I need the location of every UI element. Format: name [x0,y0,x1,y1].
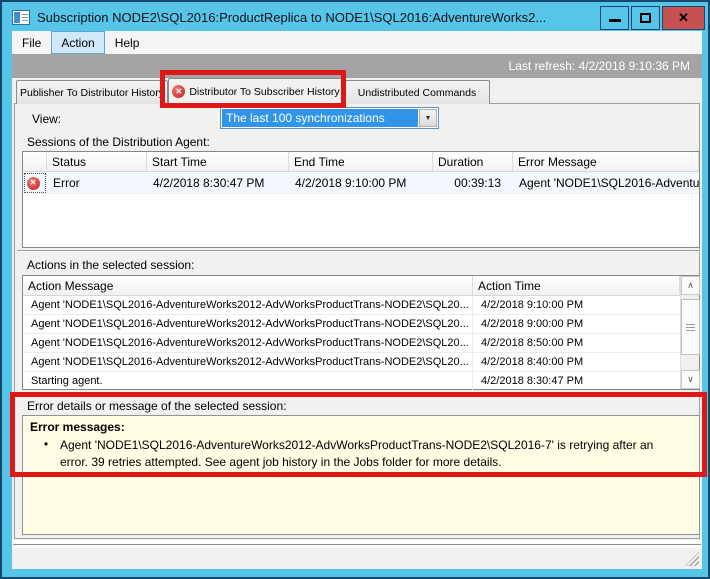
error-icon [172,85,185,98]
column-header-end-time[interactable]: End Time [289,152,433,172]
maximize-button[interactable] [631,6,660,30]
menu-file[interactable]: File [12,31,51,54]
status-icon-cell [23,172,47,194]
error-message-text: Agent 'NODE1\SQL2016-AdventureWorks2012-… [60,437,665,471]
window-title: Subscription NODE2\SQL2016:ProductReplic… [37,10,598,25]
chevron-up-icon[interactable] [681,276,700,295]
action-message-cell: Agent 'NODE1\SQL2016-AdventureWorks2012-… [23,296,473,314]
start-time-cell: 4/2/2018 8:30:47 PM [147,172,289,194]
section-divider [17,250,700,252]
view-dropdown[interactable]: The last 100 synchronizations [220,107,439,129]
chevron-down-icon[interactable] [681,370,700,389]
last-refresh-text: Last refresh: 4/2/2018 9:10:36 PM [509,59,690,73]
minimize-icon [609,19,621,22]
error-message-item: Agent 'NODE1\SQL2016-AdventureWorks2012-… [32,437,699,471]
action-row[interactable]: Starting agent. 4/2/2018 8:30:47 PM [23,372,699,391]
session-row[interactable]: Error 4/2/2018 8:30:47 PM 4/2/2018 9:10:… [23,172,699,194]
action-row[interactable]: Agent 'NODE1\SQL2016-AdventureWorks2012-… [23,353,699,372]
resize-grip-icon[interactable] [685,552,699,566]
window-controls [598,6,705,30]
error-details-panel: Error messages: Agent 'NODE1\SQL2016-Adv… [22,415,700,535]
column-header-duration[interactable]: Duration [433,152,513,172]
window-frame: Subscription NODE2\SQL2016:ProductReplic… [0,0,710,579]
action-row[interactable]: Agent 'NODE1\SQL2016-AdventureWorks2012-… [23,296,699,315]
sessions-label: Sessions of the Distribution Agent: [27,135,210,149]
column-header-start-time[interactable]: Start Time [147,152,289,172]
tab-publisher-to-distributor-history[interactable]: Publisher To Distributor History [16,80,168,104]
status-cell: Error [47,172,147,194]
bullet-icon [32,437,60,471]
last-refresh-bar: Last refresh: 4/2/2018 9:10:36 PM [12,54,702,78]
maximize-icon [640,13,651,23]
scrollbar-grip-icon [686,324,695,331]
action-message-cell: Agent 'NODE1\SQL2016-AdventureWorks2012-… [23,315,473,333]
close-button[interactable] [662,6,705,30]
duration-cell: 00:39:13 [433,172,513,194]
action-message-cell: Agent 'NODE1\SQL2016-AdventureWorks2012-… [23,353,473,371]
tab-distributor-to-subscriber-history[interactable]: Distributor To Subscriber History [168,78,344,104]
title-bar: Subscription NODE2\SQL2016:ProductReplic… [4,4,706,31]
column-header-action-time[interactable]: Action Time [473,276,680,296]
tab-label: Publisher To Distributor History [20,87,164,99]
column-header-status[interactable]: Status [47,152,147,172]
actions-table: Action Message Action Time Agent 'NODE1\… [22,275,700,390]
sessions-table: Status Start Time End Time Duration Erro… [22,151,700,248]
menu-action[interactable]: Action [51,31,104,54]
actions-label: Actions in the selected session: [27,258,194,272]
action-time-cell: 4/2/2018 9:10:00 PM [473,296,699,314]
sessions-table-header: Status Start Time End Time Duration Erro… [23,152,699,172]
status-footer [12,548,702,569]
tab-undistributed-commands[interactable]: Undistributed Commands [344,80,490,104]
action-message-cell: Agent 'NODE1\SQL2016-AdventureWorks2012-… [23,334,473,352]
menu-bar: File Action Help [12,31,702,54]
tab-label: Distributor To Subscriber History [189,86,339,98]
tab-label: Undistributed Commands [358,87,476,99]
footer-divider [13,544,701,546]
chevron-down-icon[interactable] [419,109,437,127]
menu-help[interactable]: Help [105,31,150,54]
error-message-cell: Agent 'NODE1\SQL2016-Adventu... [513,172,699,194]
error-icon [27,177,40,190]
column-header-icon[interactable] [23,152,47,172]
view-dropdown-value[interactable]: The last 100 synchronizations [222,109,418,127]
actions-table-header: Action Message Action Time [23,276,699,296]
end-time-cell: 4/2/2018 9:10:00 PM [289,172,433,194]
action-time-cell: 4/2/2018 8:30:47 PM [473,372,699,390]
action-row[interactable]: Agent 'NODE1\SQL2016-AdventureWorks2012-… [23,315,699,334]
action-message-cell: Starting agent. [23,372,473,390]
action-time-cell: 4/2/2018 8:50:00 PM [473,334,699,352]
close-icon [678,10,689,26]
vertical-scrollbar[interactable] [680,276,699,389]
action-row[interactable]: Agent 'NODE1\SQL2016-AdventureWorks2012-… [23,334,699,353]
view-label: View: [32,112,61,126]
scrollbar-thumb[interactable] [681,299,700,355]
column-header-error-message[interactable]: Error Message [513,152,699,172]
action-time-cell: 4/2/2018 8:40:00 PM [473,353,699,371]
column-header-action-message[interactable]: Action Message [23,276,473,296]
app-icon [12,10,30,25]
action-time-cell: 4/2/2018 9:00:00 PM [473,315,699,333]
error-messages-heading: Error messages: [30,420,699,434]
minimize-button[interactable] [600,6,629,30]
error-details-label: Error details or message of the selected… [27,399,286,413]
